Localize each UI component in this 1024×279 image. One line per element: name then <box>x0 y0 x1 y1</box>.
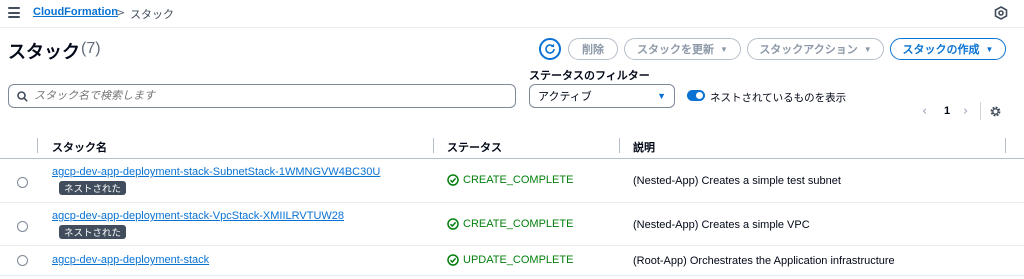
next-page-icon[interactable]: › <box>963 104 968 119</box>
refresh-button[interactable] <box>539 38 561 60</box>
update-stack-button-label: スタックを更新 <box>637 44 715 56</box>
status-filter-value: アクティブ <box>538 91 592 103</box>
breadcrumb-current: スタック <box>130 9 174 21</box>
status-text: CREATE_COMPLETE <box>463 218 574 230</box>
row-select-radio[interactable] <box>17 177 28 188</box>
success-check-icon <box>447 254 459 266</box>
table-header: スタック名 ステータス 説明 <box>0 132 1024 159</box>
caret-down-icon: ▼ <box>863 44 872 54</box>
menu-icon[interactable] <box>8 7 20 18</box>
column-header-description[interactable]: 説明 <box>633 139 655 155</box>
column-divider <box>37 138 38 153</box>
nested-toggle[interactable] <box>687 90 705 101</box>
toggle-knob <box>696 92 703 99</box>
row-select-radio[interactable] <box>17 255 28 266</box>
top-navigation-bar: CloudFormation > スタック <box>0 0 1024 28</box>
create-stack-button-label: スタックの作成 <box>902 44 980 56</box>
page-number[interactable]: 1 <box>944 105 950 117</box>
success-check-icon <box>447 174 459 186</box>
success-check-icon <box>447 218 459 230</box>
stack-count: (7) <box>81 40 101 57</box>
column-divider[interactable] <box>433 138 434 153</box>
caret-down-icon: ▼ <box>985 44 994 54</box>
status-filter-select[interactable]: アクティブ ▼ <box>529 84 675 108</box>
settings-gear-icon[interactable] <box>989 105 1002 118</box>
divider <box>980 102 981 120</box>
search-field[interactable] <box>8 84 516 108</box>
stack-name-link[interactable]: agcp-dev-app-deployment-stack-VpcStack-X… <box>52 210 344 222</box>
description-text: (Nested-App) Creates a simple test subne… <box>633 175 841 187</box>
description-text: (Root-App) Orchestrates the Application … <box>633 255 895 267</box>
notifications-hexagon-icon[interactable] <box>994 6 1008 20</box>
caret-down-icon: ▼ <box>657 91 666 101</box>
update-stack-button[interactable]: スタックを更新 ▼ <box>624 38 741 60</box>
breadcrumb-cloudformation-link[interactable]: CloudFormation <box>33 6 118 18</box>
delete-button-label: 削除 <box>582 44 604 56</box>
refresh-icon <box>545 43 555 54</box>
stack-actions-button-label: スタックアクション <box>759 44 858 56</box>
status-cell: CREATE_COMPLETE <box>447 218 573 230</box>
row-select-radio[interactable] <box>17 221 28 232</box>
breadcrumb-separator: > <box>116 6 126 19</box>
column-header-status[interactable]: ステータス <box>447 139 502 155</box>
status-cell: UPDATE_COMPLETE <box>447 254 573 266</box>
stack-name-link[interactable]: agcp-dev-app-deployment-stack-SubnetStac… <box>52 166 380 178</box>
page-title: スタック <box>8 42 80 62</box>
nested-badge: ネストされた <box>59 225 127 239</box>
column-divider[interactable] <box>619 138 620 153</box>
stack-actions-button[interactable]: スタックアクション ▼ <box>747 38 884 60</box>
caret-down-icon: ▼ <box>720 44 728 54</box>
search-icon <box>17 90 28 102</box>
stack-name-link[interactable]: agcp-dev-app-deployment-stack <box>52 254 209 266</box>
nested-badge: ネストされた <box>59 181 127 195</box>
description-text: (Nested-App) Creates a simple VPC <box>633 219 810 231</box>
previous-page-icon[interactable]: ‹ <box>922 104 927 119</box>
search-input[interactable] <box>34 90 504 102</box>
status-cell: CREATE_COMPLETE <box>447 174 573 186</box>
column-header-name[interactable]: スタック名 <box>52 139 107 155</box>
delete-button[interactable]: 削除 <box>568 38 618 60</box>
status-text: CREATE_COMPLETE <box>463 174 574 186</box>
table-row: agcp-dev-app-deployment-stack-VpcStack-X… <box>0 203 1024 246</box>
create-stack-button[interactable]: スタックの作成 ▼ <box>890 38 1006 60</box>
table-row: agcp-dev-app-deployment-stack-SubnetStac… <box>0 159 1024 203</box>
status-filter-label: ステータスのフィルター <box>529 70 650 82</box>
nested-toggle-label: ネストされているものを表示 <box>710 92 847 104</box>
table-row: agcp-dev-app-deployment-stack UPDATE_COM… <box>0 246 1024 276</box>
column-divider[interactable] <box>1005 138 1006 153</box>
status-text: UPDATE_COMPLETE <box>463 254 574 266</box>
